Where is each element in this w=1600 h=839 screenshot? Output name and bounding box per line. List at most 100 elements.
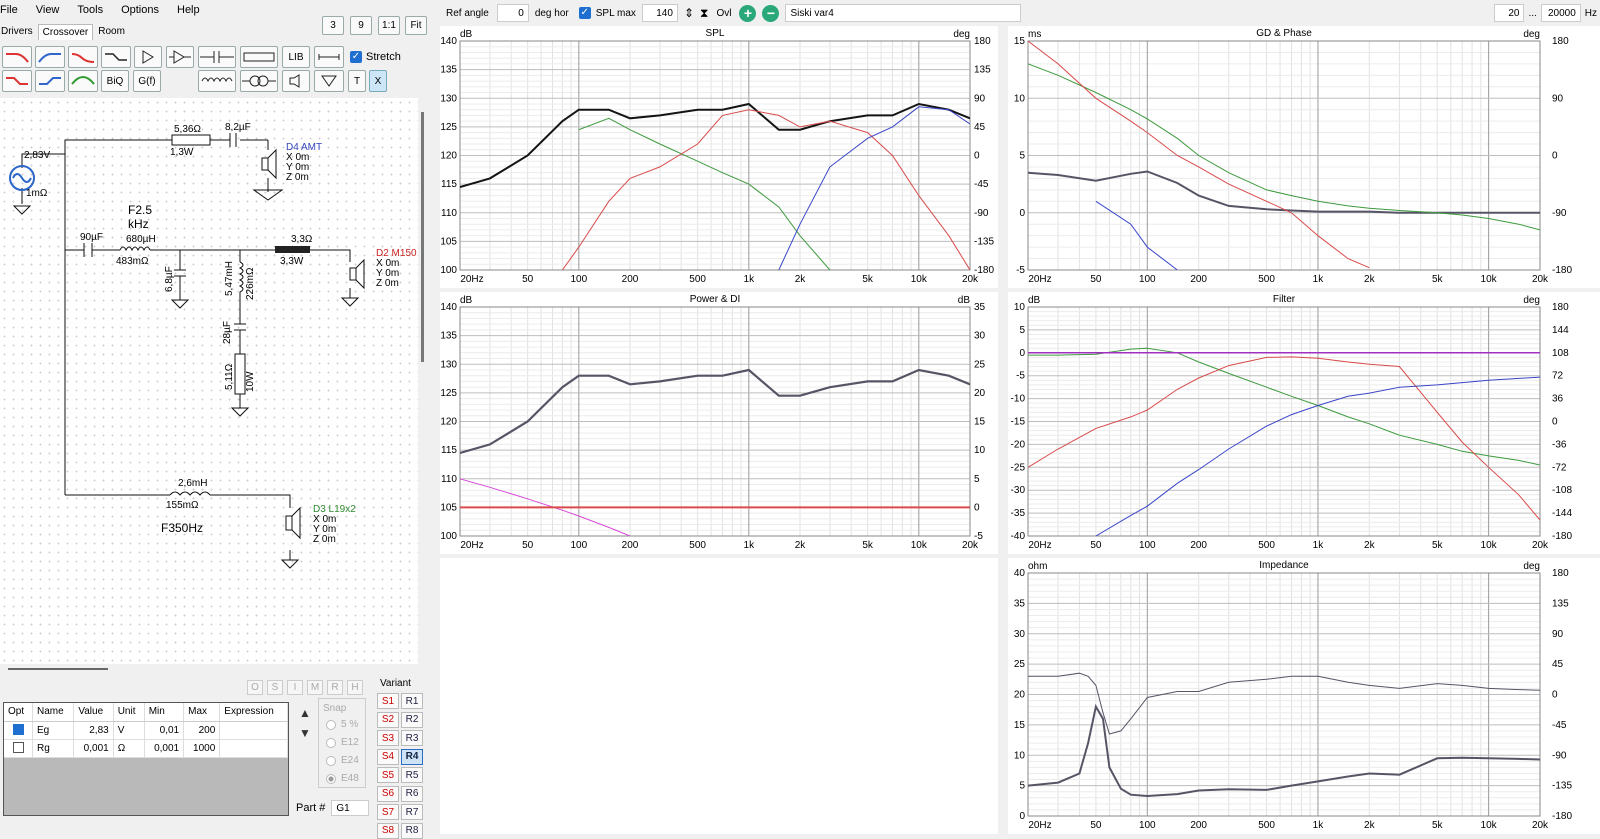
zoom-9-button[interactable]: 9 (350, 16, 372, 35)
variant-r2-button[interactable]: R2 (401, 711, 423, 728)
spl-chart[interactable]: 140 135 130 125 120 115 110 105 100 180 135 90 45 0 -4… (440, 26, 998, 288)
bandpass-filter-icon[interactable] (68, 46, 98, 68)
move-down-arrow-icon[interactable]: ▼ (296, 724, 314, 742)
variant-s6-button[interactable]: S6 (377, 785, 399, 802)
variant-r7-button[interactable]: R7 (401, 804, 423, 820)
chip-i[interactable]: I (287, 680, 303, 695)
tab-room[interactable]: Room (93, 23, 130, 40)
tab-crossover[interactable]: Crossover (37, 24, 94, 40)
param-value[interactable]: 2,83 (73, 721, 114, 740)
highpass-filter-icon[interactable] (35, 46, 65, 68)
remove-overlay-icon[interactable]: − (762, 4, 780, 22)
filter-chart[interactable]: 1050-5-10-15-20-25-30-35-401801441087236… (1008, 292, 1600, 554)
allpass-icon[interactable] (101, 46, 131, 68)
highshelf-filter-icon[interactable] (35, 70, 65, 92)
ref-angle-input[interactable]: 0 (496, 4, 529, 22)
x-tick-label: 500 (1258, 540, 1275, 551)
param-min[interactable]: 0,01 (144, 721, 185, 740)
menu-options[interactable]: Options (112, 4, 168, 16)
gd-phase-chart[interactable]: 151050-5180900-90-18020Hz 50 100 200 500 1k 2k… (1008, 26, 1600, 288)
variant-s1-button[interactable]: S1 (377, 693, 399, 709)
variant-s8-button[interactable]: S8 (377, 822, 399, 839)
menu-file[interactable]: File (0, 4, 27, 16)
variant-s7-button[interactable]: S7 (377, 804, 399, 820)
variant-r4-button[interactable]: R4 (401, 748, 423, 765)
ground-icon[interactable] (314, 70, 344, 92)
gd-phase-chart-panel[interactable]: 15 10 5 0 -5 180 90 0 -90 -180 20Hz 50 100 200 500 1k 2k… (1008, 26, 1600, 288)
part-number-field[interactable]: G1 (331, 800, 370, 816)
menu-help[interactable]: Help (168, 4, 209, 16)
variant-s4-button[interactable]: S4 (377, 748, 399, 765)
menu-view[interactable]: View (27, 4, 69, 16)
zoom-fit-button[interactable]: Fit (405, 16, 427, 35)
capacitor-icon[interactable] (198, 46, 236, 68)
variant-r6-button[interactable]: R6 (401, 785, 423, 802)
spl-max-input[interactable]: 140 (641, 4, 678, 22)
table-row[interactable]: Eg 2,83 V 0,01 200 (4, 721, 288, 740)
snap-option-5pct[interactable]: 5 % (326, 719, 358, 730)
stretch-checkbox[interactable]: ✓ (350, 51, 362, 63)
inductor-icon[interactable] (198, 70, 236, 92)
stretch-option[interactable]: ✓ Stretch (350, 51, 401, 63)
variant-r3-button[interactable]: R3 (401, 730, 423, 746)
chip-m[interactable]: M (307, 680, 323, 695)
freq-min-input[interactable]: 20 (1494, 4, 1525, 22)
delete-tool-button[interactable]: X (369, 70, 387, 92)
param-expression[interactable] (219, 721, 288, 740)
lib-button[interactable]: LIB (282, 46, 310, 68)
project-name-field[interactable]: Siski var4 (785, 4, 1022, 22)
lowpass-filter-icon[interactable] (2, 46, 32, 68)
opt-checkbox[interactable] (4, 721, 33, 740)
peak-filter-icon[interactable] (68, 70, 98, 92)
amplifier-icon[interactable] (134, 46, 162, 68)
schematic-vertical-scrollbar[interactable] (421, 112, 424, 362)
impedance-chart-panel[interactable]: 40 35 30 25 20 15 10 5 0 180 135 90 45 0 -45 -90 -135 -18… (1008, 558, 1600, 834)
impedance-chart[interactable]: 403530252015105018013590450-45-90-135-18… (1008, 558, 1600, 834)
chip-r[interactable]: R (327, 680, 343, 695)
resistor-icon[interactable] (240, 46, 278, 68)
opt-checkbox[interactable] (4, 739, 33, 758)
freq-max-input[interactable]: 20000 (1540, 4, 1581, 22)
text-tool-button[interactable]: T (348, 70, 366, 92)
variant-r8-button[interactable]: R8 (401, 822, 423, 839)
param-max[interactable]: 1000 (183, 739, 221, 758)
variant-s2-button[interactable]: S2 (377, 711, 399, 728)
buffer-icon[interactable] (166, 46, 194, 68)
move-up-arrow-icon[interactable]: ▲ (296, 704, 314, 722)
table-row[interactable]: Rg 0,001 Ω 0,001 1000 (4, 739, 288, 758)
wire-icon[interactable] (314, 46, 344, 68)
speaker-icon[interactable] (282, 70, 310, 92)
lowshelf-filter-icon[interactable] (2, 70, 32, 92)
chip-h[interactable]: H (347, 680, 363, 695)
spin-updown-icon[interactable]: ⇕ (684, 6, 694, 20)
tab-drivers[interactable]: Drivers (0, 23, 38, 40)
filter-chart-panel[interactable]: 10 5 0 -5 -10 -15 -20 -25 -30 -35 -40 180 144 108 72 36… (1008, 292, 1600, 554)
param-expression[interactable] (219, 739, 288, 758)
variant-r1-button[interactable]: R1 (401, 693, 423, 709)
transformer-icon[interactable] (240, 70, 278, 92)
chip-s[interactable]: S (267, 680, 283, 695)
biquad-button[interactable]: BiQ (101, 70, 129, 92)
variant-s5-button[interactable]: S5 (377, 767, 399, 783)
spl-max-checkbox[interactable]: ✓ (578, 7, 591, 19)
power-di-chart[interactable]: 1401351301251201151101051003530252015105… (440, 292, 998, 554)
schematic-horizontal-scrollbar[interactable] (8, 668, 108, 670)
variant-r5-button[interactable]: R5 (401, 767, 423, 783)
hourglass-icon[interactable]: ⧗ (700, 6, 708, 21)
add-overlay-icon[interactable]: + (739, 4, 757, 22)
snap-option-e24[interactable]: E24 (326, 755, 359, 766)
transfer-function-button[interactable]: G(f) (133, 70, 161, 92)
zoom-1to1-button[interactable]: 1:1 (378, 16, 400, 35)
snap-option-e12[interactable]: E12 (326, 737, 359, 748)
param-max[interactable]: 200 (183, 721, 221, 740)
chip-o[interactable]: O (247, 680, 263, 695)
menu-tools[interactable]: Tools (68, 4, 112, 16)
param-min[interactable]: 0,001 (144, 739, 185, 758)
power-di-chart-panel[interactable]: 140 135 130 125 120 115 110 105 100 35 30 25 20 15 10 5… (440, 292, 998, 554)
schematic-canvas[interactable]: 2,83V 1mΩ 5,36Ω 1,3W 8,2µF D4 AMT X 0m Y… (0, 98, 418, 664)
zoom-3-button[interactable]: 3 (322, 16, 344, 35)
snap-option-e48[interactable]: E48 (326, 773, 359, 784)
spl-chart-panel[interactable]: 140 135 130 125 120 115 110 105 100 180 135 90 45 0 -4… (440, 26, 998, 288)
variant-s3-button[interactable]: S3 (377, 730, 399, 746)
param-value[interactable]: 0,001 (73, 739, 114, 758)
